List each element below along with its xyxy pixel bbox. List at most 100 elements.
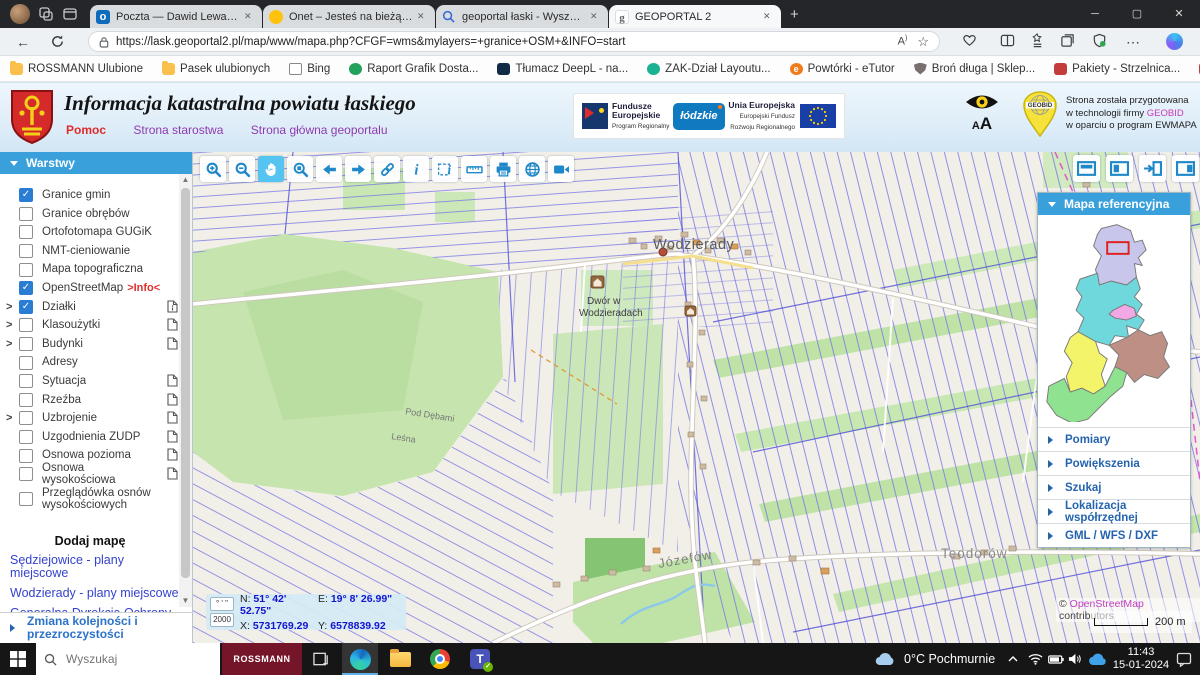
measure-button[interactable] bbox=[461, 156, 487, 182]
expand-icon[interactable]: > bbox=[6, 412, 19, 424]
bookmark-item[interactable]: ePowtórki - eTutor bbox=[790, 63, 895, 75]
expand-icon[interactable]: > bbox=[6, 301, 19, 313]
layer-checkbox[interactable] bbox=[19, 263, 33, 277]
layer-checkbox[interactable] bbox=[19, 244, 33, 258]
layer-checkbox[interactable] bbox=[19, 356, 33, 370]
maximize-button[interactable]: ▢ bbox=[1116, 0, 1158, 28]
layout-move-button[interactable] bbox=[1139, 155, 1166, 182]
accessibility-controls[interactable]: AA bbox=[958, 91, 1006, 134]
copilot-icon[interactable] bbox=[1166, 33, 1184, 51]
layer-label[interactable]: Sytuacja bbox=[42, 375, 86, 388]
layer-label[interactable]: Adresy bbox=[42, 356, 78, 369]
browser-essentials-icon[interactable] bbox=[962, 33, 980, 51]
legend-doc-icon[interactable] bbox=[167, 300, 178, 313]
identify-area-button[interactable]: i bbox=[432, 156, 458, 182]
forward-button[interactable] bbox=[345, 156, 371, 182]
security-shield-icon[interactable] bbox=[1092, 33, 1110, 51]
layer-label[interactable]: Budynki bbox=[42, 338, 83, 351]
chrome-icon[interactable] bbox=[422, 643, 458, 675]
layer-checkbox[interactable] bbox=[19, 449, 33, 463]
layer-checkbox[interactable] bbox=[19, 411, 33, 425]
file-explorer-icon[interactable] bbox=[382, 643, 418, 675]
split-screen-icon[interactable] bbox=[1000, 33, 1018, 51]
bookmark-item[interactable]: ZAK-Dział Layoutu... bbox=[647, 63, 770, 75]
globe-button[interactable] bbox=[519, 156, 545, 182]
layer-label[interactable]: OpenStreetMap bbox=[42, 282, 123, 295]
edge-taskbar-icon[interactable] bbox=[342, 643, 378, 675]
link-button[interactable] bbox=[374, 156, 400, 182]
onedrive-icon[interactable] bbox=[1088, 653, 1108, 666]
ref-menu-item[interactable]: Powiększenia bbox=[1038, 451, 1190, 475]
bookmark-item[interactable]: Bing bbox=[289, 63, 330, 75]
bookmark-item[interactable]: Broń długa | Sklep... bbox=[914, 63, 1035, 75]
layer-label[interactable]: Osnowa pozioma bbox=[42, 449, 131, 462]
legend-doc-icon[interactable] bbox=[167, 374, 178, 387]
layer-checkbox[interactable] bbox=[19, 374, 33, 388]
layer-checkbox[interactable] bbox=[19, 337, 33, 351]
zoom-in-button[interactable] bbox=[200, 156, 226, 182]
zoom-out-button[interactable] bbox=[229, 156, 255, 182]
browser-tab[interactable]: gGEOPORTAL 2✕ bbox=[609, 5, 781, 28]
layer-checkbox[interactable] bbox=[19, 207, 33, 221]
layer-label[interactable]: Klasoużytki bbox=[42, 319, 100, 332]
close-button[interactable]: ✕ bbox=[1158, 0, 1200, 28]
tab-close-icon[interactable]: ✕ bbox=[417, 11, 429, 22]
refresh-icon[interactable] bbox=[48, 33, 66, 51]
tray-chevron-icon[interactable] bbox=[1008, 656, 1028, 662]
print-button[interactable] bbox=[490, 156, 516, 182]
bookmark-item[interactable]: Pakiety - Strzelnica... bbox=[1054, 63, 1180, 75]
font-size-toggle[interactable]: AA bbox=[958, 114, 1006, 134]
tab-close-icon[interactable]: ✕ bbox=[590, 11, 602, 22]
layer-label[interactable]: Ortofotomapa GUGiK bbox=[42, 226, 152, 239]
bookmark-item[interactable]: Tłumacz DeepL - na... bbox=[497, 63, 628, 75]
search-input[interactable] bbox=[64, 651, 198, 667]
back-button[interactable] bbox=[316, 156, 342, 182]
layer-checkbox[interactable]: ✓ bbox=[19, 188, 33, 202]
reference-minimap[interactable] bbox=[1038, 215, 1190, 427]
rossmann-app-button[interactable]: ROSSMANN bbox=[222, 643, 302, 675]
legend-doc-icon[interactable] bbox=[167, 430, 178, 443]
layer-label[interactable]: Przeglądówka osnów wysokościowych bbox=[42, 487, 158, 512]
layer-checkbox[interactable] bbox=[19, 225, 33, 239]
layout-left-button[interactable] bbox=[1106, 155, 1133, 182]
layer-label[interactable]: Rzeźba bbox=[42, 394, 81, 407]
geobid-link[interactable]: GEOBID bbox=[1147, 108, 1184, 119]
identify-button[interactable]: i bbox=[403, 156, 429, 182]
layer-checkbox[interactable] bbox=[19, 467, 33, 481]
layer-label[interactable]: Uzgodnienia ZUDP bbox=[42, 431, 140, 444]
legend-doc-icon[interactable] bbox=[167, 318, 178, 331]
browser-tab[interactable]: geoportal łaski - Wyszukaj✕ bbox=[436, 5, 608, 28]
dms-toggle-button[interactable]: ° ' " bbox=[210, 597, 234, 611]
video-button[interactable] bbox=[548, 156, 574, 182]
read-aloud-icon[interactable]: A) bbox=[898, 35, 908, 48]
layer-label[interactable]: Mapa topograficzna bbox=[42, 263, 143, 276]
geoportal-home-link[interactable]: Strona główna geoportalu bbox=[251, 123, 388, 137]
layer-label[interactable]: NMT-cieniowanie bbox=[42, 245, 130, 258]
ref-menu-item[interactable]: Pomiary bbox=[1038, 427, 1190, 451]
layers-panel-header[interactable]: Warstwy bbox=[0, 152, 192, 174]
bookmark-item[interactable]: ROSSMANN Ulubione bbox=[10, 63, 143, 75]
layer-label[interactable]: Granice gmin bbox=[42, 189, 110, 202]
crs-toggle-button[interactable]: 2000 bbox=[210, 613, 234, 627]
layer-label[interactable]: Działki bbox=[42, 301, 76, 314]
ref-menu-item[interactable]: GML / WFS / DXF bbox=[1038, 523, 1190, 547]
layer-checkbox[interactable] bbox=[19, 318, 33, 332]
zoom-box-button[interactable] bbox=[287, 156, 313, 182]
favorites-icon[interactable] bbox=[1030, 33, 1048, 51]
battery-icon[interactable] bbox=[1048, 655, 1068, 664]
layer-checkbox[interactable]: ✓ bbox=[19, 281, 33, 295]
scroll-up-icon[interactable]: ▲ bbox=[179, 174, 192, 186]
layer-checkbox[interactable] bbox=[19, 430, 33, 444]
teams-icon[interactable]: T✓ bbox=[462, 643, 498, 675]
layer-label[interactable]: Uzbrojenie bbox=[42, 412, 97, 425]
reference-panel-header[interactable]: Mapa referencyjna bbox=[1038, 193, 1190, 215]
address-bar[interactable]: https://lask.geoportal2.pl/map/www/mapa.… bbox=[88, 31, 940, 52]
osm-link[interactable]: OpenStreetMap bbox=[1070, 598, 1144, 610]
wifi-icon[interactable] bbox=[1028, 653, 1048, 665]
sidebar-scrollbar[interactable]: ▲ ▼ bbox=[179, 174, 192, 607]
bookmark-item[interactable]: Raport Grafik Dosta... bbox=[349, 63, 478, 75]
layout-top-button[interactable] bbox=[1073, 155, 1100, 182]
legend-doc-icon[interactable] bbox=[167, 337, 178, 350]
layer-checkbox[interactable] bbox=[19, 393, 33, 407]
expand-icon[interactable]: > bbox=[6, 338, 19, 350]
